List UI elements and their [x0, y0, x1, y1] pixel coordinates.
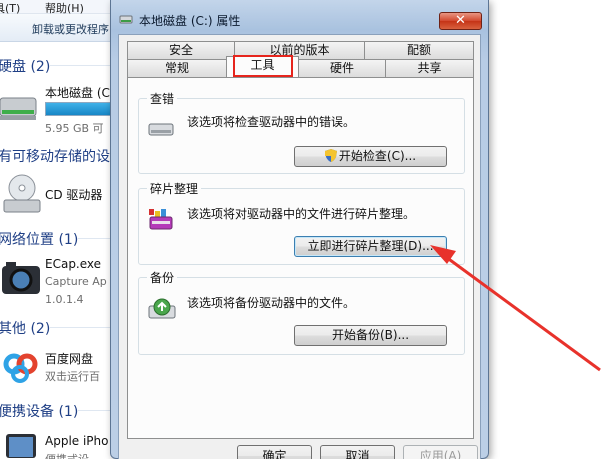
- phone-icon: [6, 434, 36, 458]
- defrag-label: 碎片整理: [147, 180, 202, 197]
- backup-icon: [148, 298, 176, 319]
- tab-quota[interactable]: 配额: [364, 41, 474, 59]
- group-defrag: 碎片整理 该选项将对驱动器中的文件进行碎片整理。 立即进行碎片整理(D)...: [138, 180, 465, 265]
- group-error-checking: 查错 该选项将检查驱动器中的错误。 开始检查(C)...: [138, 90, 465, 174]
- dialog-client: 安全 以前的版本 配额 常规 工具 硬件 共享 查错 该选项将检查驱动器中的错误…: [118, 34, 481, 459]
- apply-button[interactable]: 应用(A): [403, 445, 478, 459]
- group-hard-disk[interactable]: 硬盘 (2): [0, 56, 252, 76]
- camera-icon: [2, 262, 40, 294]
- baidu-name[interactable]: 百度网盘: [45, 350, 93, 367]
- uac-shield-icon: [324, 149, 337, 162]
- defrag-now-button[interactable]: 立即进行碎片整理(D)...: [294, 236, 447, 257]
- dialog-title-bar[interactable]: 本地磁盘 (C:) 属性 ✕: [111, 0, 488, 32]
- iphone-sub: 便携式设: [45, 451, 89, 459]
- error-checking-desc: 该选项将检查驱动器中的错误。: [187, 115, 356, 129]
- tools-tab-highlight: [233, 55, 293, 77]
- properties-dialog: 本地磁盘 (C:) 属性 ✕ 安全 以前的版本 配额 常规 工具 硬件 共享 查…: [110, 0, 489, 459]
- tab-general[interactable]: 常规: [127, 59, 227, 77]
- backup-desc: 该选项将备份驱动器中的文件。: [187, 296, 356, 310]
- tab-hardware[interactable]: 硬件: [298, 59, 386, 77]
- start-check-label: 开始检查(C)...: [338, 149, 417, 163]
- backup-label: 备份: [147, 269, 178, 286]
- error-checking-label: 查错: [147, 90, 178, 107]
- defrag-desc: 该选项将对驱动器中的文件进行碎片整理。: [187, 207, 416, 221]
- group-removable[interactable]: 有可移动存储的设: [0, 146, 310, 166]
- baidu-netdisk-icon: [3, 353, 38, 383]
- ok-button[interactable]: 确定: [237, 445, 312, 459]
- close-button[interactable]: ✕: [439, 12, 482, 30]
- ecap-version: 1.0.1.4: [45, 293, 84, 306]
- baidu-sub: 双击运行百: [45, 370, 100, 383]
- dialog-title: 本地磁盘 (C:) 属性: [139, 14, 241, 28]
- ecap-name[interactable]: ECap.exe: [45, 257, 101, 271]
- local-disk-free: 5.95 GB 可: [45, 122, 104, 135]
- group-backup: 备份 该选项将备份驱动器中的文件。 开始备份(B)...: [138, 269, 465, 355]
- tab-sharing[interactable]: 共享: [385, 59, 474, 77]
- ecap-company: Capture Ap: [45, 275, 107, 288]
- defrag-icon: [149, 209, 173, 230]
- drive-title-icon: [119, 15, 133, 24]
- uninstall-program-button[interactable]: 卸载或更改程序: [32, 21, 109, 37]
- group-portable[interactable]: 便携设备 (1): [0, 401, 280, 421]
- tools-tab-panel: 查错 该选项将检查驱动器中的错误。 开始检查(C)... 碎片整理 该选项将对驱…: [127, 77, 474, 439]
- cd-drive-icon: [3, 174, 41, 213]
- local-disk-name[interactable]: 本地磁盘 (C: [45, 84, 110, 101]
- iphone-name[interactable]: Apple iPho: [45, 434, 109, 448]
- drive-check-icon: [148, 123, 174, 136]
- explorer-right-pane: [489, 0, 609, 459]
- cd-drive-name[interactable]: CD 驱动器: [45, 186, 102, 203]
- cancel-button[interactable]: 取消: [320, 445, 395, 459]
- hard-drive-icon: [0, 97, 37, 120]
- start-backup-button[interactable]: 开始备份(B)...: [294, 325, 447, 346]
- tab-security[interactable]: 安全: [127, 41, 235, 59]
- group-network[interactable]: 网络位置 (1): [0, 229, 280, 249]
- group-other[interactable]: 其他 (2): [0, 318, 252, 338]
- start-check-button[interactable]: 开始检查(C)...: [294, 146, 447, 167]
